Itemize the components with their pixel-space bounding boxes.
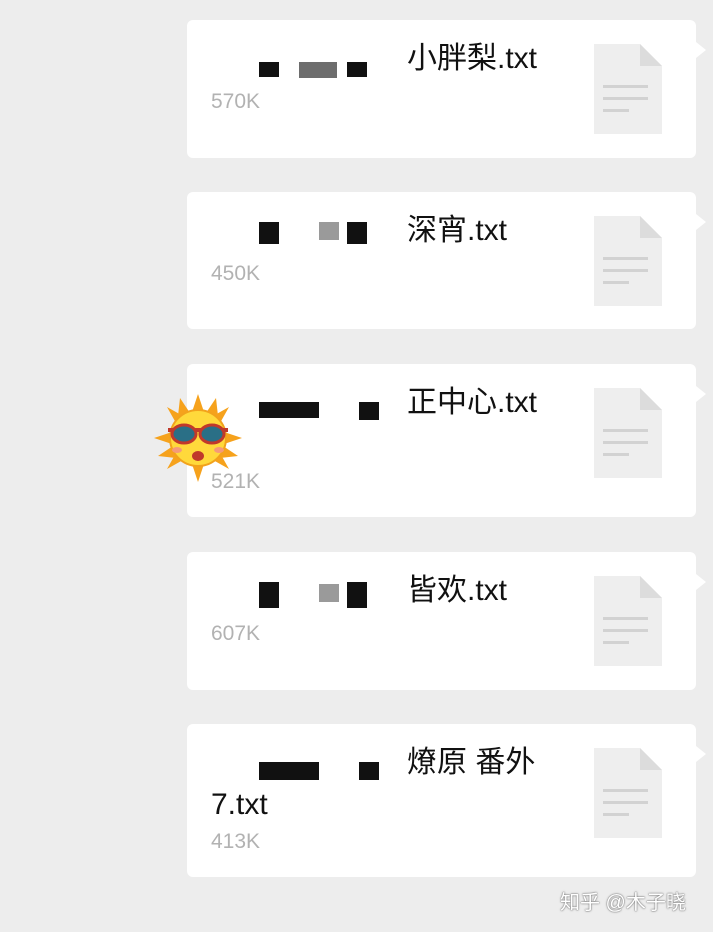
file-name: 燎原 番外7.txt	[211, 746, 536, 821]
file-size: 413K	[211, 830, 261, 853]
file-message[interactable]: 正中心.txt 521K	[187, 364, 706, 517]
document-icon	[594, 216, 662, 306]
document-icon	[594, 44, 662, 134]
file-name: 正中心.txt	[407, 386, 538, 419]
file-size: 570K	[211, 90, 261, 113]
file-size: 450K	[211, 262, 261, 285]
sun-sunglasses-sticker	[154, 394, 242, 482]
file-name: 深宵.txt	[407, 214, 508, 247]
file-message[interactable]: 小胖梨.txt 570K	[187, 20, 706, 158]
file-message[interactable]: 深宵.txt 450K	[187, 192, 706, 329]
file-size: 607K	[211, 622, 261, 645]
watermark: 知乎 @木子晓	[560, 892, 686, 914]
document-icon	[594, 576, 662, 666]
file-message[interactable]: 皆欢.txt 607K	[187, 552, 706, 690]
document-icon	[594, 748, 662, 838]
file-message[interactable]: 燎原 番外7.txt 413K	[187, 724, 706, 877]
file-name: 皆欢.txt	[407, 574, 508, 607]
document-icon	[594, 388, 662, 478]
file-name: 小胖梨.txt	[407, 42, 538, 75]
